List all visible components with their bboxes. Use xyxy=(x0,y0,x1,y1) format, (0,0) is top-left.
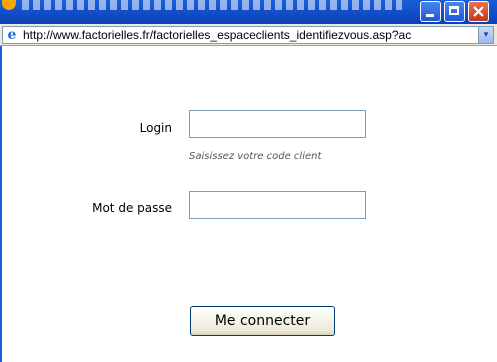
address-field[interactable]: e http://www.factorielles.fr/factorielle… xyxy=(2,26,494,44)
address-url[interactable]: http://www.factorielles.fr/factorielles_… xyxy=(23,28,478,42)
window-app-icon xyxy=(2,0,16,10)
address-bar: e http://www.factorielles.fr/factorielle… xyxy=(0,24,497,46)
maximize-button[interactable] xyxy=(444,1,465,22)
login-submit-button[interactable]: Me connecter xyxy=(190,306,335,336)
window-title xyxy=(22,0,402,10)
password-label: Mot de passe xyxy=(92,201,172,215)
login-hint: Saisissez votre code client xyxy=(189,151,322,162)
login-input[interactable] xyxy=(189,110,366,138)
password-input[interactable] xyxy=(189,191,366,219)
minimize-button[interactable] xyxy=(420,1,441,22)
window-frame-left xyxy=(0,46,2,362)
close-button[interactable] xyxy=(468,1,489,22)
close-icon xyxy=(473,6,484,17)
ie-logo-icon: e xyxy=(7,27,17,43)
window-titlebar[interactable] xyxy=(0,0,497,24)
login-label: Login xyxy=(139,121,172,135)
dropdown-arrow-icon[interactable]: ▾ xyxy=(478,27,493,43)
